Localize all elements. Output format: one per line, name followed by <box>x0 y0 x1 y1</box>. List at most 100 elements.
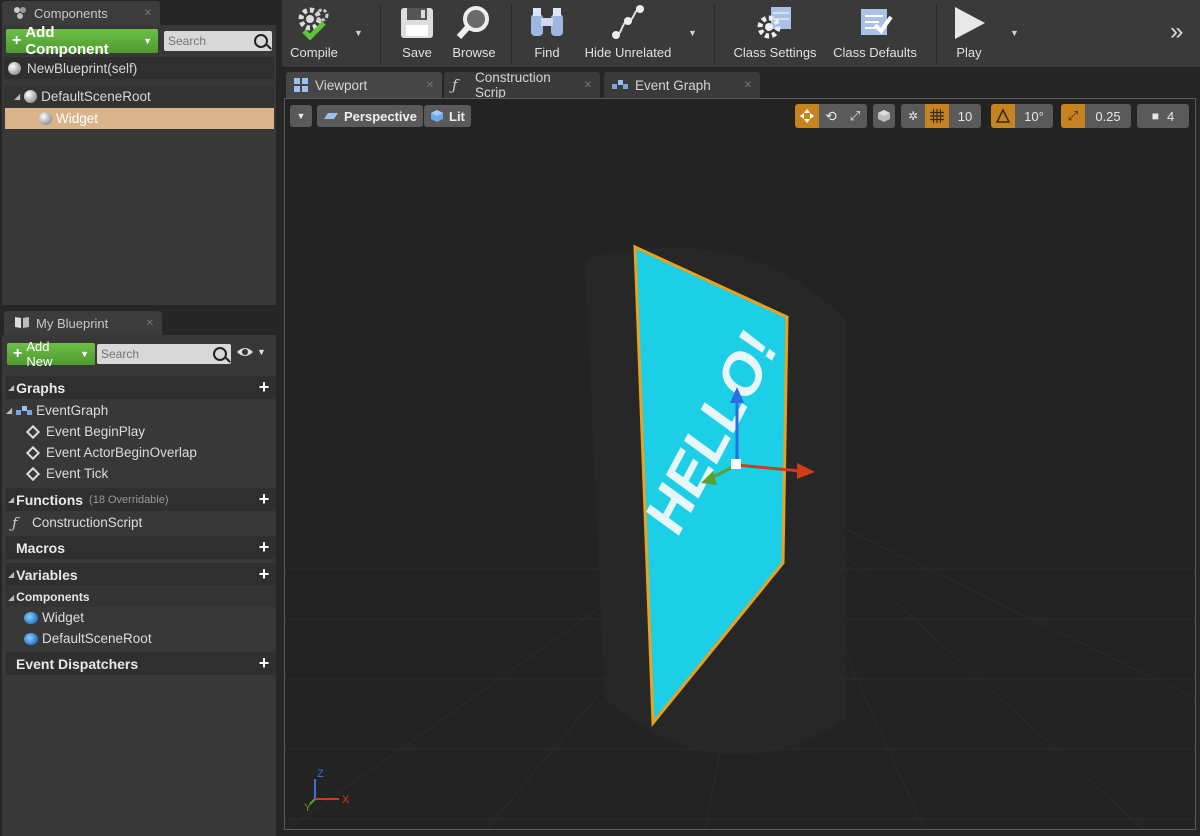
play-label: Play <box>956 45 982 60</box>
add-event-dispatcher-button[interactable]: + <box>256 654 272 672</box>
hide-unrelated-button[interactable]: Hide Unrelated <box>582 2 674 66</box>
list-item-event[interactable]: Event Tick <box>6 463 272 484</box>
overridable-count: (18 Overridable) <box>89 493 169 506</box>
blueprint-search[interactable] <box>97 344 231 364</box>
rotate-mode-button[interactable]: ⟲ <box>819 104 843 128</box>
section-label: Graphs <box>16 379 66 396</box>
tree-item-widget[interactable]: Widget <box>5 108 274 129</box>
list-item-event-graph[interactable]: ◢ EventGraph <box>6 400 272 421</box>
close-icon[interactable]: ✕ <box>744 80 752 91</box>
save-label: Save <box>402 45 432 60</box>
perspective-button[interactable]: Perspective <box>317 105 423 127</box>
tree-item-default-scene-root[interactable]: ◢ DefaultSceneRoot <box>4 86 274 107</box>
list-item-variable[interactable]: Widget <box>6 607 272 628</box>
class-defaults-button[interactable]: Class Defaults <box>830 2 920 66</box>
add-component-button[interactable]: + Add Component ▼ <box>6 24 158 58</box>
close-icon[interactable]: ✕ <box>426 80 434 91</box>
coordinate-space-group <box>873 104 895 128</box>
collapse-arrow-icon[interactable]: ◢ <box>8 570 14 579</box>
close-icon[interactable]: ✕ <box>584 80 592 91</box>
lit-button[interactable]: Lit <box>424 105 471 127</box>
blueprint-search-input[interactable] <box>101 347 213 361</box>
scale-snap-value[interactable]: 0.25 <box>1085 104 1131 128</box>
play-button[interactable]: Play <box>946 2 992 66</box>
section-variables[interactable]: ◢ Variables + <box>6 563 276 586</box>
section-functions[interactable]: ◢ Functions (18 Overridable) + <box>6 488 276 511</box>
add-new-label: Add New <box>26 339 53 369</box>
rotation-snap-toggle[interactable] <box>991 104 1015 128</box>
viewport[interactable]: HELLO! Z X Y ▼ Perspective Lit ⟲ ⤢ ✲ 10 … <box>284 98 1196 830</box>
toolbar-separator <box>511 4 512 64</box>
widget-component-icon <box>39 112 52 125</box>
close-icon[interactable]: ✕ <box>144 8 152 19</box>
list-item-construction-script[interactable]: ƒ ConstructionScript <box>6 512 272 533</box>
plus-icon: + <box>12 32 22 49</box>
scale-snap-toggle[interactable]: ⤢ <box>1061 104 1085 128</box>
search-icon[interactable] <box>213 347 227 361</box>
surface-snap-button[interactable]: ✲ <box>901 104 925 128</box>
grid-snap-toggle[interactable] <box>925 104 949 128</box>
find-button[interactable]: Find <box>524 2 570 66</box>
components-search[interactable] <box>164 31 272 51</box>
viewport-scene[interactable]: HELLO! Z X Y <box>285 99 1196 830</box>
add-function-button[interactable]: + <box>256 490 272 508</box>
browse-label: Browse <box>452 45 496 60</box>
play-icon <box>949 5 989 41</box>
section-label: Event Dispatchers <box>16 655 139 672</box>
toolbar-overflow-icon[interactable]: » <box>1170 18 1183 46</box>
editor-tab-bar: Viewport ✕ ƒ Construction Scrip ✕ Event … <box>282 68 1200 100</box>
search-icon[interactable] <box>254 34 268 48</box>
hide-unrelated-dropdown[interactable]: ▼ <box>688 28 697 38</box>
collapse-arrow-icon[interactable]: ◢ <box>8 593 14 602</box>
list-item-variable[interactable]: DefaultSceneRoot <box>6 628 272 649</box>
list-item-event[interactable]: Event BeginPlay <box>6 421 272 442</box>
collapse-arrow-icon[interactable]: ◢ <box>6 406 12 415</box>
chevron-down-icon: ▼ <box>257 347 266 357</box>
tab-viewport[interactable]: Viewport ✕ <box>286 72 442 98</box>
tab-construction-script[interactable]: ƒ Construction Scrip ✕ <box>444 70 600 100</box>
tab-components[interactable]: Components ✕ <box>2 1 160 25</box>
translate-mode-button[interactable] <box>795 104 819 128</box>
category-components[interactable]: ◢ Components <box>6 587 276 607</box>
self-item[interactable]: NewBlueprint(self) <box>4 57 274 79</box>
tree-item-label: DefaultSceneRoot <box>41 89 151 104</box>
scale-mode-button[interactable]: ⤢ <box>843 104 867 128</box>
class-settings-button[interactable]: Class Settings <box>730 2 820 66</box>
binoculars-icon <box>527 5 567 41</box>
add-macro-button[interactable]: + <box>256 538 272 556</box>
tab-event-graph[interactable]: Event Graph ✕ <box>604 72 760 98</box>
perspective-label: Perspective <box>344 108 417 124</box>
collapse-arrow-icon[interactable]: ◢ <box>14 92 20 101</box>
self-item-label: NewBlueprint(self) <box>27 60 138 76</box>
view-options-button[interactable]: ▼ <box>236 346 266 358</box>
chevron-down-icon: ▼ <box>296 111 306 121</box>
section-macros[interactable]: Macros + <box>6 536 276 559</box>
event-icon <box>25 424 41 439</box>
section-graphs[interactable]: ◢ Graphs + <box>6 376 276 399</box>
grid-snap-value[interactable]: 10 <box>949 104 981 128</box>
close-icon[interactable]: ✕ <box>146 318 154 329</box>
rotation-snap-value[interactable]: 10° <box>1015 104 1053 128</box>
compile-button[interactable]: Compile <box>286 2 342 66</box>
section-event-dispatchers[interactable]: Event Dispatchers + <box>6 652 276 675</box>
components-search-input[interactable] <box>168 34 254 48</box>
collapse-arrow-icon[interactable]: ◢ <box>8 495 14 504</box>
save-button[interactable]: Save <box>394 2 440 66</box>
tab-my-blueprint[interactable]: My Blueprint ✕ <box>4 311 162 335</box>
component-variable-icon <box>24 611 38 624</box>
compile-options-dropdown[interactable]: ▼ <box>354 28 363 38</box>
category-label: Components <box>16 590 90 604</box>
camera-speed-button[interactable]: ■ 4 <box>1137 104 1189 128</box>
world-local-toggle[interactable] <box>873 104 895 128</box>
collapse-arrow-icon[interactable]: ◢ <box>8 383 14 392</box>
add-new-button[interactable]: + Add New ▼ <box>7 339 95 369</box>
add-graph-button[interactable]: + <box>256 378 272 396</box>
browse-button[interactable]: Browse <box>448 2 500 66</box>
viewport-options-button[interactable]: ▼ <box>290 105 312 127</box>
list-item-event[interactable]: Event ActorBeginOverlap <box>6 442 272 463</box>
add-component-label: Add Component <box>25 24 109 58</box>
components-icon <box>12 6 28 20</box>
play-options-dropdown[interactable]: ▼ <box>1010 28 1019 38</box>
add-variable-button[interactable]: + <box>256 565 272 583</box>
move-arrows-icon <box>800 109 814 123</box>
